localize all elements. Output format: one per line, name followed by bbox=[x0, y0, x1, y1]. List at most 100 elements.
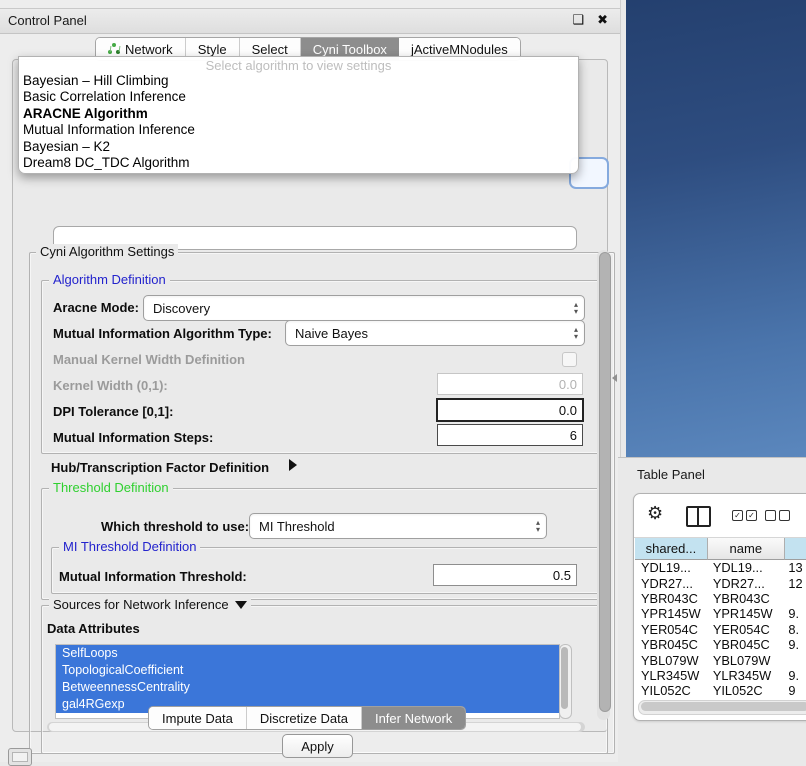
tab-label: Select bbox=[252, 42, 288, 57]
deselect-all-icon[interactable] bbox=[765, 510, 790, 521]
network-desktop-background: GALGAL80GAL10GAL1GAL11GAL4SWI4GCY1HAP4YH… bbox=[626, 0, 806, 457]
table-row[interactable]: YDR27...YDR27...12 bbox=[635, 575, 806, 590]
table-toolbar: ⚙ ✓ ✓ bbox=[634, 494, 806, 538]
node-table[interactable]: shared...name YDL19...YDL19...13YDR27...… bbox=[635, 538, 806, 698]
table-horizontal-scrollbar[interactable] bbox=[638, 700, 806, 715]
table-cell: 9. bbox=[784, 668, 806, 683]
attribute-betweennesscentrality[interactable]: BetweennessCentrality bbox=[56, 679, 559, 696]
table-cell: YPR145W bbox=[709, 606, 785, 621]
mi-threshold-field[interactable] bbox=[433, 564, 577, 586]
table-cell: YBR043C bbox=[709, 591, 785, 606]
corner-widget[interactable] bbox=[8, 748, 32, 766]
algorithm-option-basic-correlation-inference[interactable]: Basic Correlation Inference bbox=[19, 89, 578, 105]
table-cell: YBR045C bbox=[709, 637, 785, 652]
checked-box-icon: ✓ bbox=[746, 510, 757, 521]
group-title: Cyni Algorithm Settings bbox=[36, 244, 178, 259]
tab-label: Network bbox=[125, 42, 173, 57]
algorithm-list: Bayesian – Hill ClimbingBasic Correlatio… bbox=[19, 73, 578, 171]
algorithm-dropdown-popup: Select algorithm to view settings Bayesi… bbox=[18, 56, 579, 174]
aracne-mode-label: Aracne Mode: bbox=[53, 300, 139, 315]
combo-value: Naive Bayes bbox=[286, 326, 568, 341]
aracne-mode-combo[interactable]: Discovery bbox=[143, 295, 585, 321]
tab-label: Cyni Toolbox bbox=[313, 42, 387, 57]
table-cell: 9. bbox=[784, 606, 806, 621]
stepper-arrows-icon bbox=[530, 519, 546, 533]
mi-steps-field[interactable] bbox=[437, 424, 583, 446]
algorithm-option-dream8-dc-tdc-algorithm[interactable]: Dream8 DC_TDC Algorithm bbox=[19, 155, 578, 171]
scrollbar-thumb[interactable] bbox=[561, 647, 568, 709]
table-row[interactable]: YIL052CYIL052C9 bbox=[635, 683, 806, 698]
table-cell: YER054C bbox=[709, 622, 785, 637]
mi-algorithm-type-label: Mutual Information Algorithm Type: bbox=[53, 326, 272, 341]
attribute-topologicalcoefficient[interactable]: TopologicalCoefficient bbox=[56, 662, 559, 679]
table-row[interactable]: YBL079WYBL079W bbox=[635, 652, 806, 667]
tab-label: Infer Network bbox=[375, 711, 452, 726]
table-cell: YPR145W bbox=[635, 606, 709, 621]
close-icon[interactable]: ✖ bbox=[597, 12, 608, 28]
attributes-scrollbar[interactable] bbox=[559, 644, 572, 719]
cyni-bottom-tab-bar: Impute Data Discretize Data Infer Network bbox=[148, 706, 466, 730]
algorithm-option-mutual-information-inference[interactable]: Mutual Information Inference bbox=[19, 122, 578, 138]
data-attributes-label: Data Attributes bbox=[47, 621, 140, 636]
checked-box-icon: ✓ bbox=[732, 510, 743, 521]
attribute-selfloops[interactable]: SelfLoops bbox=[56, 645, 559, 662]
dpi-tolerance-field[interactable] bbox=[436, 398, 584, 422]
splitpane-handle-icon[interactable] bbox=[612, 374, 617, 382]
kernel-width-label: Kernel Width (0,1): bbox=[53, 378, 168, 393]
table-cell: YBR045C bbox=[635, 637, 709, 652]
mi-algorithm-type-combo[interactable]: Naive Bayes bbox=[285, 320, 585, 346]
table-cell: YDR27... bbox=[709, 576, 785, 591]
algorithm-option-bayesian-hill-climbing[interactable]: Bayesian – Hill Climbing bbox=[19, 73, 578, 89]
split-view-icon[interactable] bbox=[686, 506, 711, 527]
scrollbar-thumb[interactable] bbox=[599, 252, 611, 712]
table-row[interactable]: YBR045CYBR045C9. bbox=[635, 637, 806, 652]
algorithm-option-aracne-algorithm[interactable]: ARACNE Algorithm bbox=[19, 106, 578, 122]
table-cell: YDL19... bbox=[709, 560, 785, 575]
table-row[interactable]: YDL19...YDL19...13 bbox=[635, 560, 806, 575]
stepper-arrows-icon bbox=[568, 326, 584, 340]
column-header-cut[interactable] bbox=[785, 538, 806, 560]
column-header-name[interactable]: name bbox=[708, 538, 785, 560]
control-panel-window: Control Panel ❑ ✖ NetworkStyleSelectCyni… bbox=[0, 0, 621, 762]
table-cell: YLR345W bbox=[709, 668, 785, 683]
table-row[interactable]: YER054CYER054C8. bbox=[635, 622, 806, 637]
table-header-row: shared...name bbox=[635, 538, 806, 560]
network-icon bbox=[108, 43, 120, 55]
table-cell: 13 bbox=[784, 560, 806, 575]
settings-vertical-scrollbar[interactable] bbox=[597, 250, 610, 720]
table-row[interactable]: YBR043CYBR043C bbox=[635, 591, 806, 606]
tab-impute-data[interactable]: Impute Data bbox=[149, 707, 247, 729]
combo-value: Discovery bbox=[144, 301, 568, 316]
group-title: Threshold Definition bbox=[49, 480, 173, 495]
table-cell: 9. bbox=[784, 637, 806, 652]
table-row[interactable]: YLR345WYLR345W9. bbox=[635, 668, 806, 683]
node-table-card: ⚙ ✓ ✓ shared...name YDL19...YDL19...13YD… bbox=[633, 493, 806, 721]
table-cell: YBL079W bbox=[709, 653, 785, 668]
panel-title: Control Panel bbox=[8, 13, 87, 28]
apply-button[interactable]: Apply bbox=[282, 734, 353, 758]
algorithm-option-bayesian-k2[interactable]: Bayesian – K2 bbox=[19, 139, 578, 155]
collapsed-right-arrow-icon[interactable] bbox=[289, 459, 297, 471]
which-threshold-combo[interactable]: MI Threshold bbox=[249, 513, 547, 539]
tab-discretize-data[interactable]: Discretize Data bbox=[247, 707, 362, 729]
tab-label: Impute Data bbox=[162, 711, 233, 726]
manual-kernel-width-label: Manual Kernel Width Definition bbox=[53, 352, 245, 367]
table-cell: 9 bbox=[784, 683, 806, 698]
select-all-icon[interactable]: ✓ ✓ bbox=[732, 510, 757, 521]
scrollbar-thumb[interactable] bbox=[641, 702, 806, 711]
tab-infer-network[interactable]: Infer Network bbox=[362, 707, 465, 729]
expanded-down-arrow-icon[interactable] bbox=[235, 601, 247, 609]
table-cell: YIL052C bbox=[635, 683, 709, 698]
table-cell: YDR27... bbox=[635, 576, 709, 591]
table-cell: 8. bbox=[784, 622, 806, 637]
table-panel: Table Panel ⚙ ✓ ✓ shared...name YDL19...… bbox=[618, 457, 806, 763]
table-row[interactable]: YPR145WYPR145W9. bbox=[635, 606, 806, 621]
gear-icon[interactable]: ⚙ bbox=[647, 503, 663, 524]
dpi-tolerance-label: DPI Tolerance [0,1]: bbox=[53, 404, 173, 419]
group-title: Sources for Network Inference bbox=[53, 597, 229, 612]
column-header-shared[interactable]: shared... bbox=[635, 538, 708, 560]
hub-definition-label: Hub/Transcription Factor Definition bbox=[51, 460, 269, 475]
manual-kernel-width-checkbox[interactable] bbox=[562, 352, 577, 367]
float-window-icon[interactable]: ❑ bbox=[572, 12, 584, 28]
table-cell: 12 bbox=[784, 576, 806, 591]
